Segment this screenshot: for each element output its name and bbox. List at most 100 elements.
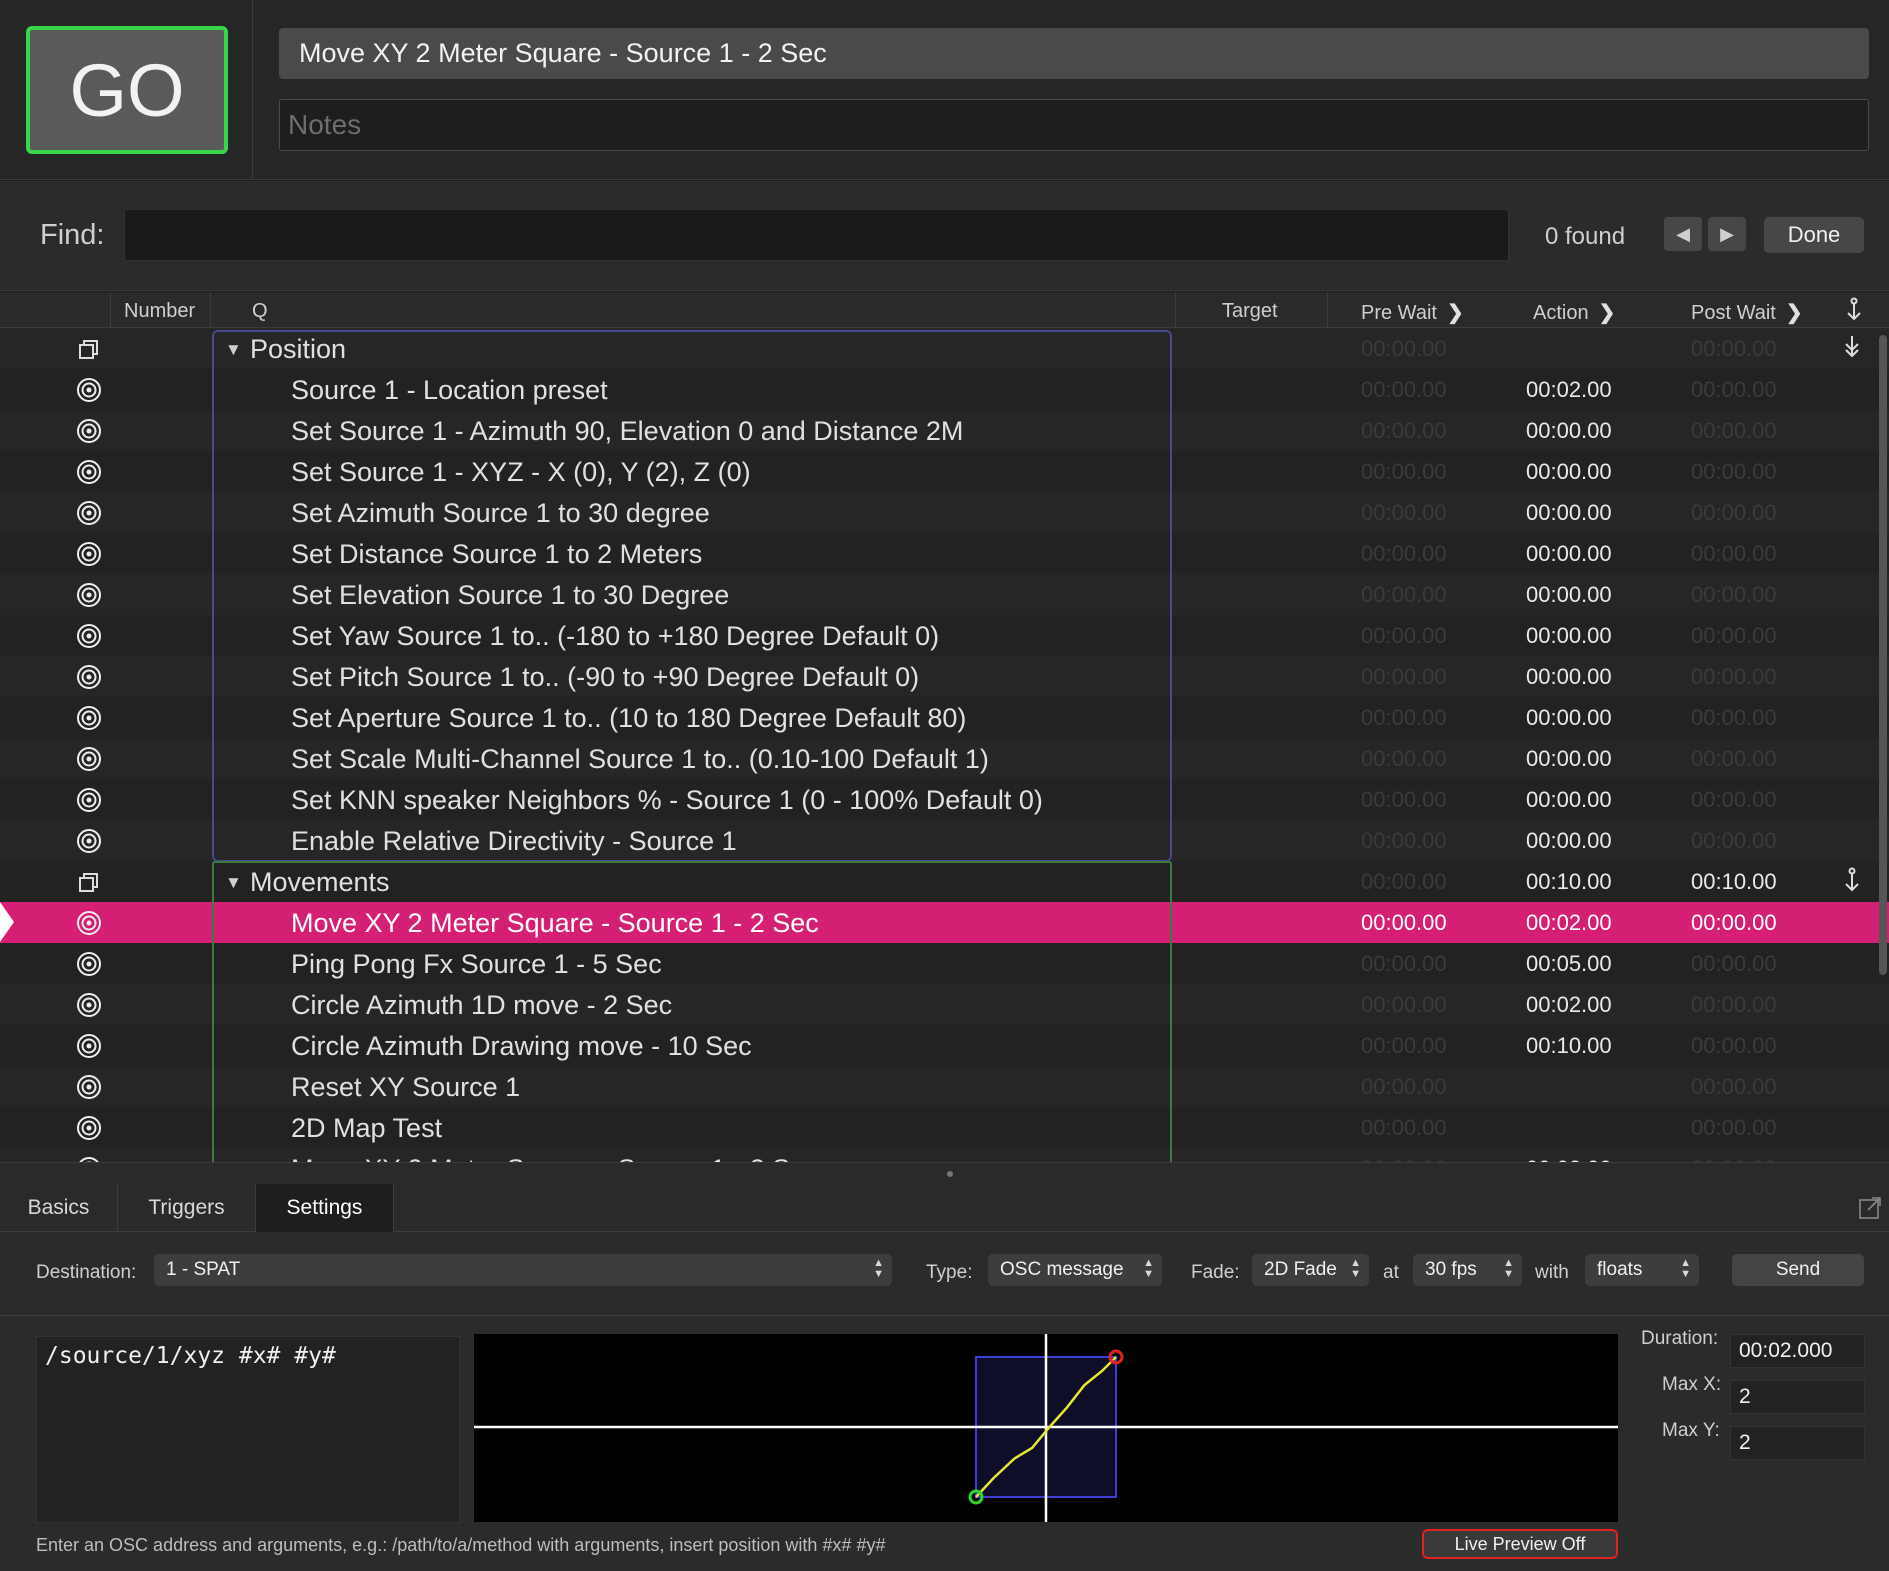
cue-list-scrollbar[interactable] <box>1879 335 1887 975</box>
pre-wait-time: 00:00.00 <box>1361 623 1447 648</box>
destination-value: 1 - SPAT <box>166 1259 241 1280</box>
number-format-select[interactable]: floats ▲ ▼ <box>1585 1254 1699 1286</box>
chevron-right-icon: ❯ <box>1598 302 1616 324</box>
double-down-arrow-icon[interactable] <box>1842 334 1862 365</box>
post-wait-time: 00:00.00 <box>1691 1115 1777 1140</box>
cue-name: Set Yaw Source 1 to.. (-180 to +180 Degr… <box>291 621 940 651</box>
post-wait-time: 00:00.00 <box>1691 1074 1777 1099</box>
disclosure-triangle-icon[interactable]: ▼ <box>225 873 242 893</box>
cue-row[interactable]: Circle Azimuth 1D move - 2 Sec 00:00.00 00… <box>0 984 1889 1025</box>
tab-triggers[interactable]: Triggers <box>118 1184 256 1232</box>
triangle-right-icon: ▶ <box>1720 223 1734 244</box>
panel-splitter[interactable] <box>0 1162 1889 1184</box>
cue-row[interactable]: Set Azimuth Source 1 to 30 degree 00:00.0… <box>0 492 1889 533</box>
tab-settings[interactable]: Settings <box>256 1184 394 1232</box>
cue-name: Movements <box>250 867 390 897</box>
notes-field[interactable]: Notes <box>279 99 1869 151</box>
tab-basics[interactable]: Basics <box>0 1184 118 1232</box>
inspector-tab-bar: Basics Triggers Settings <box>0 1184 1889 1232</box>
duration-field[interactable]: 00:02.000 <box>1730 1334 1865 1368</box>
cue-row[interactable]: Set Source 1 - Azimuth 90, Elevation 0 a… <box>0 410 1889 451</box>
fade-select[interactable]: 2D Fade ▲ ▼ <box>1252 1254 1369 1286</box>
pre-wait-time: 00:00.00 <box>1361 787 1447 812</box>
cue-row[interactable]: 2D Map Test 00:00.00 00:00.00 <box>0 1107 1889 1148</box>
column-header-number[interactable]: Number <box>124 300 195 323</box>
fade-path-canvas[interactable] <box>474 1334 1618 1522</box>
cue-name: Position <box>250 334 347 364</box>
max-y-field[interactable]: 2 <box>1730 1426 1865 1460</box>
anchor-down-arrow-icon[interactable] <box>1842 867 1862 898</box>
cue-header: GO Move XY 2 Meter Square - Source 1 - 2… <box>0 0 1889 180</box>
done-button[interactable]: Done <box>1764 217 1864 253</box>
cue-row[interactable]: Set Distance Source 1 to 2 Meters 00:00.0… <box>0 533 1889 574</box>
cue-row[interactable]: Source 1 - Location preset 00:00.00 00:02.… <box>0 369 1889 410</box>
cue-name: Set Distance Source 1 to 2 Meters <box>291 539 703 569</box>
find-label: Find: <box>40 219 105 251</box>
pre-wait-time: 00:00.00 <box>1361 951 1447 976</box>
network-cue-icon <box>76 951 102 977</box>
column-header-post-wait[interactable]: Post Wait ❯ <box>1691 300 1803 325</box>
cue-row[interactable]: Set Elevation Source 1 to 30 Degree 00:00… <box>0 574 1889 615</box>
pre-wait-time: 00:00.00 <box>1361 418 1447 443</box>
column-header-target[interactable]: Target <box>1222 300 1278 323</box>
pre-wait-label: Pre Wait <box>1361 302 1437 324</box>
fps-select[interactable]: 30 fps ▲ ▼ <box>1413 1254 1522 1286</box>
fade-path-graph[interactable] <box>474 1334 1618 1522</box>
updown-arrows-icon: ▲ ▼ <box>1350 1257 1361 1280</box>
osc-message-editor[interactable]: /source/1/xyz #x# #y# <box>36 1336 460 1523</box>
popout-icon[interactable] <box>1858 1196 1882 1225</box>
network-cue-icon <box>76 1074 102 1100</box>
post-wait-time: 00:00.00 <box>1691 910 1777 935</box>
cue-row[interactable]: Move XY 2 Meter Square - Source 1 - 2 Se… <box>0 902 1889 943</box>
updown-arrows-icon: ▲ ▼ <box>1680 1257 1691 1280</box>
cue-row[interactable]: Reset XY Source 1 00:00.00 00:00.00 <box>0 1066 1889 1107</box>
find-next-button[interactable]: ▶ <box>1708 217 1746 251</box>
action-label: Action <box>1533 302 1589 324</box>
post-wait-time: 00:00.00 <box>1691 418 1777 443</box>
splitter-handle[interactable] <box>947 1171 953 1177</box>
column-header-pre-wait[interactable]: Pre Wait ❯ <box>1361 300 1464 325</box>
cue-row[interactable]: Enable Relative Directivity - Source 1 00… <box>0 820 1889 861</box>
cue-row[interactable]: Set Yaw Source 1 to.. (-180 to +180 Degr… <box>0 615 1889 656</box>
action-time: 00:10.00 <box>1526 1033 1612 1058</box>
live-preview-button[interactable]: Live Preview Off <box>1422 1529 1618 1559</box>
cue-row[interactable]: Set Scale Multi-Channel Source 1 to.. (0… <box>0 738 1889 779</box>
cue-row[interactable]: Set Source 1 - XYZ - X (0), Y (2), Z (0)… <box>0 451 1889 492</box>
disclosure-triangle-icon[interactable]: ▼ <box>225 340 242 360</box>
app-window: GO Move XY 2 Meter Square - Source 1 - 2… <box>0 0 1889 1571</box>
cue-row[interactable]: Set Aperture Source 1 to.. (10 to 180 De… <box>0 697 1889 738</box>
cue-title-field[interactable]: Move XY 2 Meter Square - Source 1 - 2 Se… <box>279 28 1869 79</box>
post-wait-time: 00:00.00 <box>1691 664 1777 689</box>
find-input[interactable] <box>124 209 1509 261</box>
anchor-icon[interactable] <box>1844 297 1864 327</box>
action-time: 00:02.00 <box>1526 910 1612 935</box>
cue-name: Move XY 2 Meter Square - Source 1 - 2 Se… <box>291 908 819 938</box>
action-time: 00:05.00 <box>1526 951 1612 976</box>
network-cue-icon <box>76 377 102 403</box>
group-cue-row[interactable]: ▼ Position 00:00.00 00:00.00 <box>0 328 1889 369</box>
post-wait-time: 00:00.00 <box>1691 541 1777 566</box>
pre-wait-time: 00:00.00 <box>1361 869 1447 894</box>
group-cue-row[interactable]: ▼ Movements 00:00.00 00:10.00 00:10.00 <box>0 861 1889 902</box>
cue-row[interactable]: Set Pitch Source 1 to.. (-90 to +90 Degr… <box>0 656 1889 697</box>
post-wait-time: 00:00.00 <box>1691 377 1777 402</box>
cue-row[interactable]: Ping Pong Fx Source 1 - 5 Sec 00:00.00 00:… <box>0 943 1889 984</box>
find-previous-button[interactable]: ◀ <box>1664 217 1702 251</box>
cue-row[interactable]: Move XY 2 Meter Square - Source 1 - 2 Se… <box>0 1148 1889 1162</box>
network-cue-icon <box>76 664 102 690</box>
cue-row[interactable]: Set KNN speaker Neighbors % - Source 1 (… <box>0 779 1889 820</box>
max-x-field[interactable]: 2 <box>1730 1380 1865 1414</box>
found-count: 0 found <box>1545 223 1626 250</box>
type-select[interactable]: OSC message ▲ ▼ <box>988 1254 1162 1286</box>
destination-select[interactable]: 1 - SPAT ▲ ▼ <box>154 1254 892 1286</box>
column-header-q[interactable]: Q <box>252 300 268 323</box>
go-button[interactable]: GO <box>26 26 228 154</box>
cue-row[interactable]: Circle Azimuth Drawing move - 10 Sec 00:0… <box>0 1025 1889 1066</box>
post-wait-time: 00:00.00 <box>1691 336 1777 361</box>
playhead-marker-icon <box>0 902 14 942</box>
at-label: at <box>1383 1262 1399 1283</box>
send-button[interactable]: Send <box>1732 1254 1864 1286</box>
chevron-right-icon: ❯ <box>1446 302 1464 324</box>
cue-name: Set Pitch Source 1 to.. (-90 to +90 Degr… <box>291 662 920 692</box>
column-header-action[interactable]: Action ❯ <box>1533 300 1615 325</box>
